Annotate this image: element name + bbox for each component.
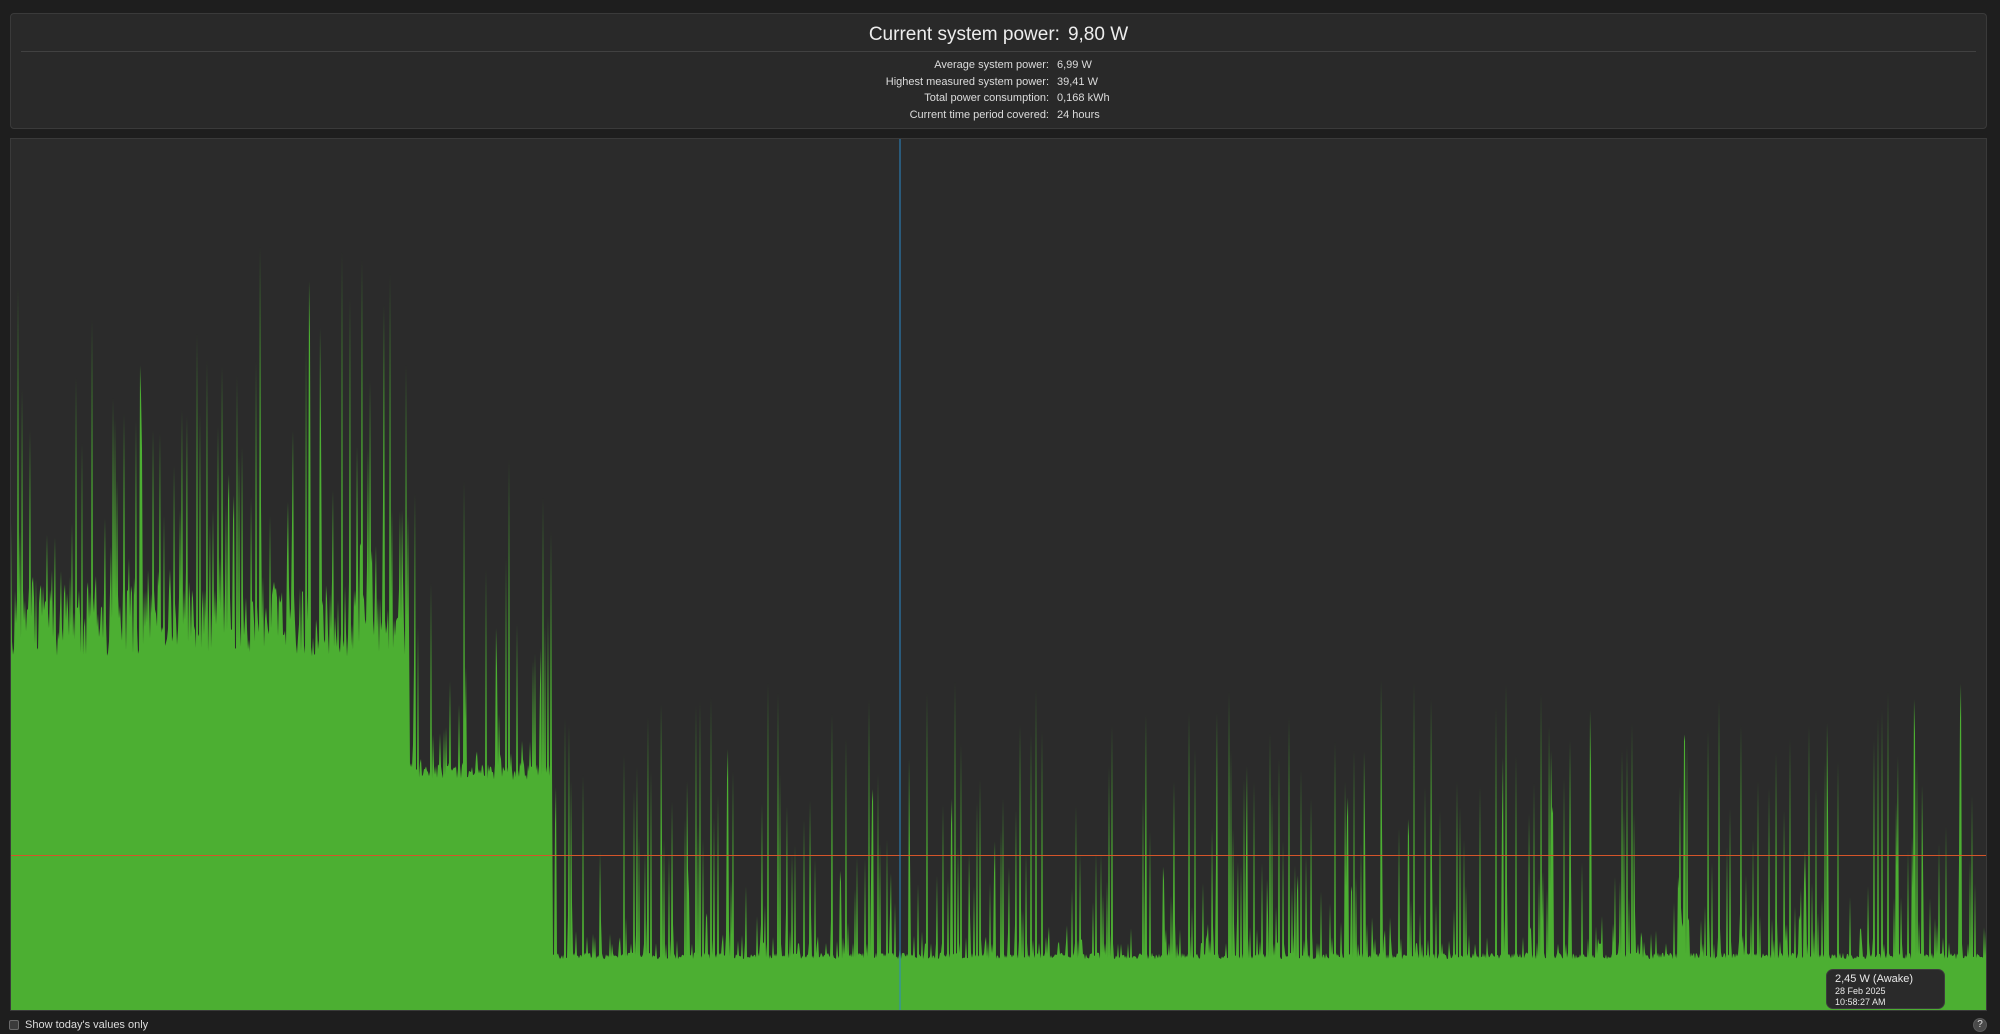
stat-label: Highest measured system power: xyxy=(885,76,1049,88)
today-only-checkbox[interactable] xyxy=(9,1020,19,1030)
tooltip-value: 2,45 W (Awake) xyxy=(1835,973,1914,985)
power-graph[interactable] xyxy=(10,138,1987,1011)
stat-row-period: Current time period covered: 24 hours xyxy=(11,109,1986,125)
current-power-value: 9,80 W xyxy=(1067,24,1129,45)
stat-row-total: Total power consumption: 0,168 kWh xyxy=(11,92,1986,108)
power-graph-canvas[interactable] xyxy=(11,139,1986,1010)
help-button[interactable]: ? xyxy=(1973,1018,1987,1032)
stat-value: 6,99 W xyxy=(1057,59,1092,71)
current-power-headline: Current system power: 9,80 W xyxy=(11,24,1986,50)
stat-row-average: Average system power: 6,99 W xyxy=(11,59,1986,75)
tooltip-time: 10:58:27 AM xyxy=(1835,997,1886,1007)
current-power-label: Current system power: xyxy=(868,24,1060,45)
today-only-label[interactable]: Show today's values only xyxy=(25,1019,148,1031)
stat-label: Average system power: xyxy=(934,59,1049,71)
footer-bar: Show today's values only ? xyxy=(0,1016,2000,1034)
stat-label: Current time period covered: xyxy=(909,109,1049,121)
stat-row-highest: Highest measured system power: 39,41 W xyxy=(11,76,1986,92)
stat-value: 39,41 W xyxy=(1057,76,1098,88)
power-area-series xyxy=(11,246,1986,1010)
hover-tooltip: 2,45 W (Awake) 28 Feb 2025 10:58:27 AM xyxy=(1826,969,1945,1009)
stat-label: Total power consumption: xyxy=(924,92,1049,104)
stat-value: 0,168 kWh xyxy=(1057,92,1110,104)
header-divider xyxy=(21,51,1976,52)
stat-value: 24 hours xyxy=(1057,109,1100,121)
tooltip-date: 28 Feb 2025 xyxy=(1835,986,1886,996)
stats-panel: Current system power: 9,80 W Average syst… xyxy=(10,13,1987,129)
